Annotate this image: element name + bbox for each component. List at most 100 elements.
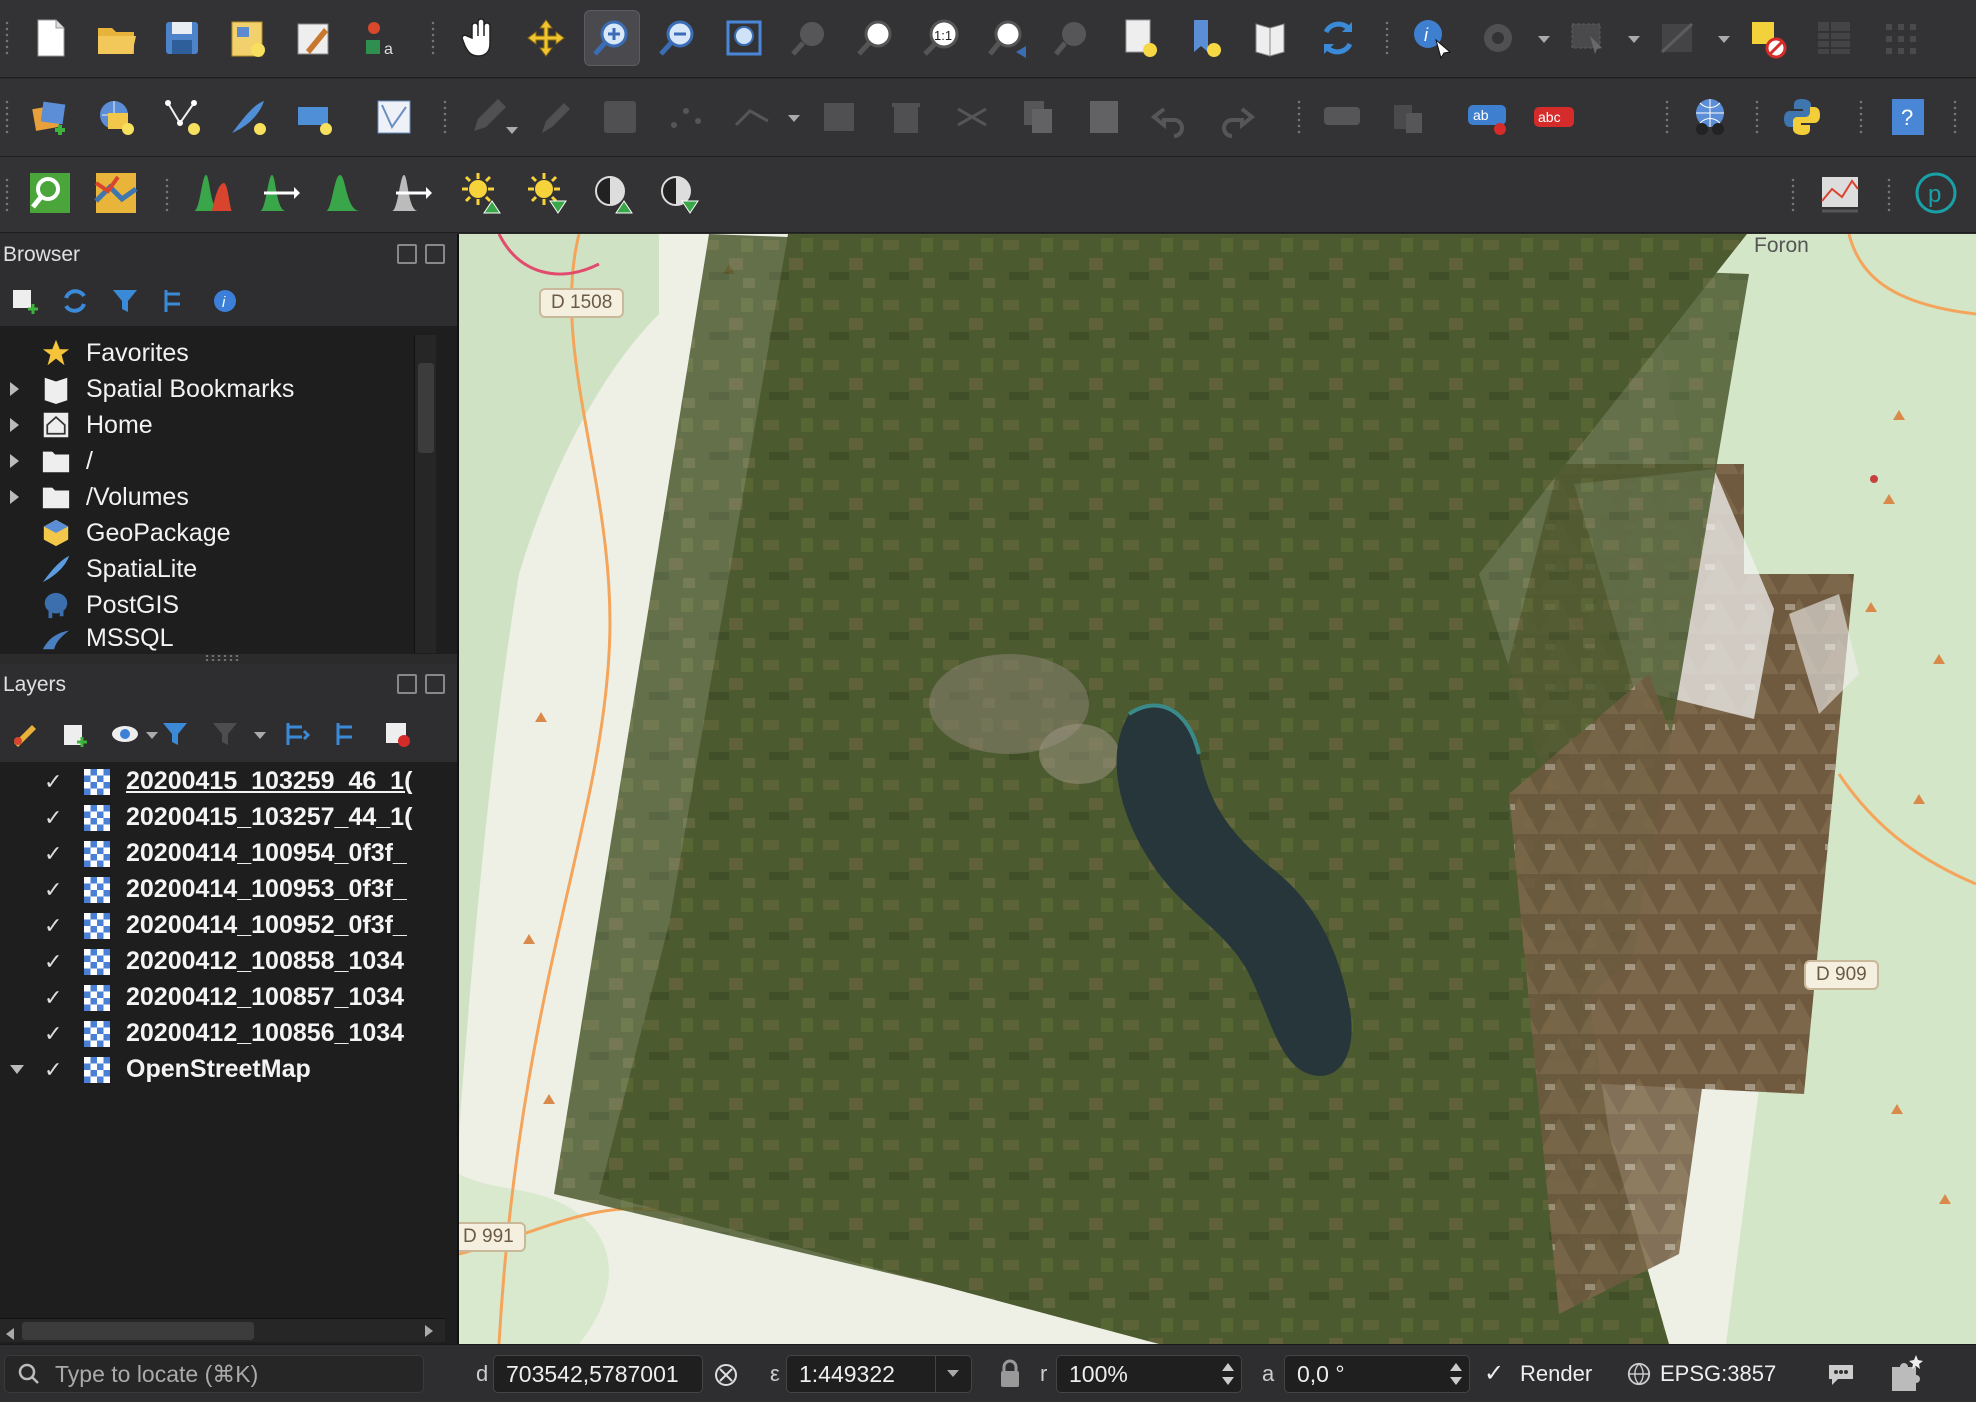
layer-visibility-checkbox[interactable]: ✓ [44,985,66,1010]
refresh-icon[interactable] [58,284,92,318]
redo-icon[interactable] [1208,89,1264,145]
run-action-icon[interactable] [1470,10,1526,66]
coordinate-field[interactable]: 703542,5787001 [493,1355,703,1393]
toolbar-grip[interactable] [4,177,10,213]
add-group-icon[interactable] [58,717,92,751]
pin-labels-icon[interactable] [1380,89,1436,145]
rotation-field[interactable]: 0,0 ° [1284,1355,1470,1393]
collapse-arrow-icon[interactable] [10,1065,24,1074]
save-project-icon[interactable] [154,10,210,66]
cut-features-icon[interactable] [944,89,1000,145]
layer-labeling-icon[interactable]: ab [1460,89,1516,145]
toolbar-grip[interactable] [442,99,448,135]
panel-splitter[interactable] [204,654,240,662]
layer-visibility-checkbox[interactable]: ✓ [44,949,66,974]
zoom-next-icon[interactable] [1046,10,1102,66]
layers-horizontal-scrollbar[interactable] [0,1318,445,1342]
layer-row-openstreetmap[interactable]: ✓ OpenStreetMap [0,1052,445,1088]
layer-row[interactable]: ✓ 20200412_100856_1034 [0,1016,445,1052]
plugin-updates-icon[interactable] [1886,1353,1926,1393]
expand-arrow-icon[interactable] [10,382,19,396]
filter-legend-icon[interactable] [158,717,192,751]
python-console-icon[interactable] [1774,89,1830,145]
float-panel-icon[interactable] [397,674,417,694]
label-tool-icon[interactable] [1314,89,1370,145]
browser-item-spatial-bookmarks[interactable]: Spatial Bookmarks [0,371,414,407]
manage-map-themes-icon[interactable] [108,717,142,751]
lock-scale-icon[interactable] [998,1359,1022,1389]
collapse-all-icon[interactable] [158,284,192,318]
browser-item-home[interactable]: Home [0,407,414,443]
browser-item-postgis[interactable]: PostGIS [0,587,414,623]
expand-arrow-icon[interactable] [10,454,19,468]
messages-icon[interactable] [1826,1359,1856,1389]
histogram-stretch-icon[interactable] [184,165,240,221]
float-panel-icon[interactable] [397,244,417,264]
attribute-table-icon[interactable] [1806,10,1862,66]
layer-visibility-checkbox[interactable]: ✓ [44,1057,66,1082]
histogram-stretch-local-icon[interactable] [382,165,438,221]
scrollbar-thumb[interactable] [22,1322,254,1340]
zoom-full-icon[interactable] [716,10,772,66]
new-geopackage-layer-icon[interactable] [88,89,144,145]
scale-field[interactable]: 1:449322 [786,1355,972,1393]
zoom-native-icon[interactable]: 1:1 [914,10,970,66]
scroll-right-icon[interactable] [425,1325,433,1337]
toolbar-grip[interactable] [1886,177,1892,213]
chevron-down-icon[interactable] [1628,36,1640,43]
paste-features-icon[interactable] [1076,89,1132,145]
statistics-icon[interactable] [1872,10,1928,66]
browser-item-root[interactable]: / [0,443,414,479]
magnifier-field[interactable]: 100% [1056,1355,1242,1393]
modify-attributes-icon[interactable] [812,89,868,145]
layer-visibility-checkbox[interactable]: ✓ [44,913,66,938]
new-spatialite-layer-icon[interactable] [220,89,276,145]
deselect-icon[interactable] [1650,10,1706,66]
quickmapservices-icon[interactable] [1682,89,1738,145]
data-source-manager-icon[interactable] [22,89,78,145]
save-edits-icon[interactable] [592,89,648,145]
histogram-stretch-full-icon[interactable] [316,165,372,221]
remove-layer-icon[interactable] [380,717,414,751]
brightness-decrease-icon[interactable] [518,165,574,221]
new-bookmark-icon[interactable] [1112,10,1168,66]
deselect-all-icon[interactable] [1740,10,1796,66]
spinbox-arrows-icon[interactable] [1217,1358,1239,1390]
layer-visibility-checkbox[interactable]: ✓ [44,841,66,866]
chevron-down-icon[interactable] [1538,36,1550,43]
layer-visibility-checkbox[interactable]: ✓ [44,805,66,830]
delete-selected-icon[interactable] [878,89,934,145]
digitize-shape-icon[interactable] [366,89,422,145]
layer-row[interactable]: ✓ 20200412_100858_1034 [0,944,445,980]
help-icon[interactable]: ? [1880,89,1936,145]
undo-icon[interactable] [1142,89,1198,145]
new-virtual-layer-icon[interactable] [286,89,342,145]
scroll-left-icon[interactable] [6,1328,14,1340]
toolbar-grip[interactable] [4,20,10,56]
chevron-down-icon[interactable] [146,732,158,739]
filter-icon[interactable] [108,284,142,318]
show-labels-icon[interactable]: abc [1526,89,1582,145]
browser-item-favorites[interactable]: Favorites [0,335,414,371]
layer-visibility-checkbox[interactable]: ✓ [44,1021,66,1046]
zoom-to-layer-icon[interactable] [848,10,904,66]
new-shapefile-layer-icon[interactable] [154,89,210,145]
style-manager-icon[interactable]: a [352,10,408,66]
browser-item-volumes[interactable]: /Volumes [0,479,414,515]
spinbox-arrows-icon[interactable] [1445,1358,1467,1390]
browser-item-mssql[interactable]: MSSQL [0,623,414,653]
filter-by-expression-icon[interactable] [208,717,242,751]
contrast-decrease-icon[interactable] [650,165,706,221]
show-bookmarks-icon[interactable] [1178,10,1234,66]
toolbar-grip[interactable] [1754,99,1760,135]
chevron-down-icon[interactable] [254,732,266,739]
layer-row[interactable]: ✓ 20200414_100954_0f3f_ [0,836,445,872]
crs-label[interactable]: EPSG:3857 [1660,1361,1776,1387]
histogram-local-icon[interactable] [250,165,306,221]
scale-dropdown[interactable] [935,1356,971,1392]
georeferencer-icon[interactable] [88,165,144,221]
close-panel-icon[interactable] [425,674,445,694]
collapse-all-icon[interactable] [330,717,364,751]
toolbar-grip[interactable] [430,20,436,56]
toolbar-grip[interactable] [4,99,10,135]
